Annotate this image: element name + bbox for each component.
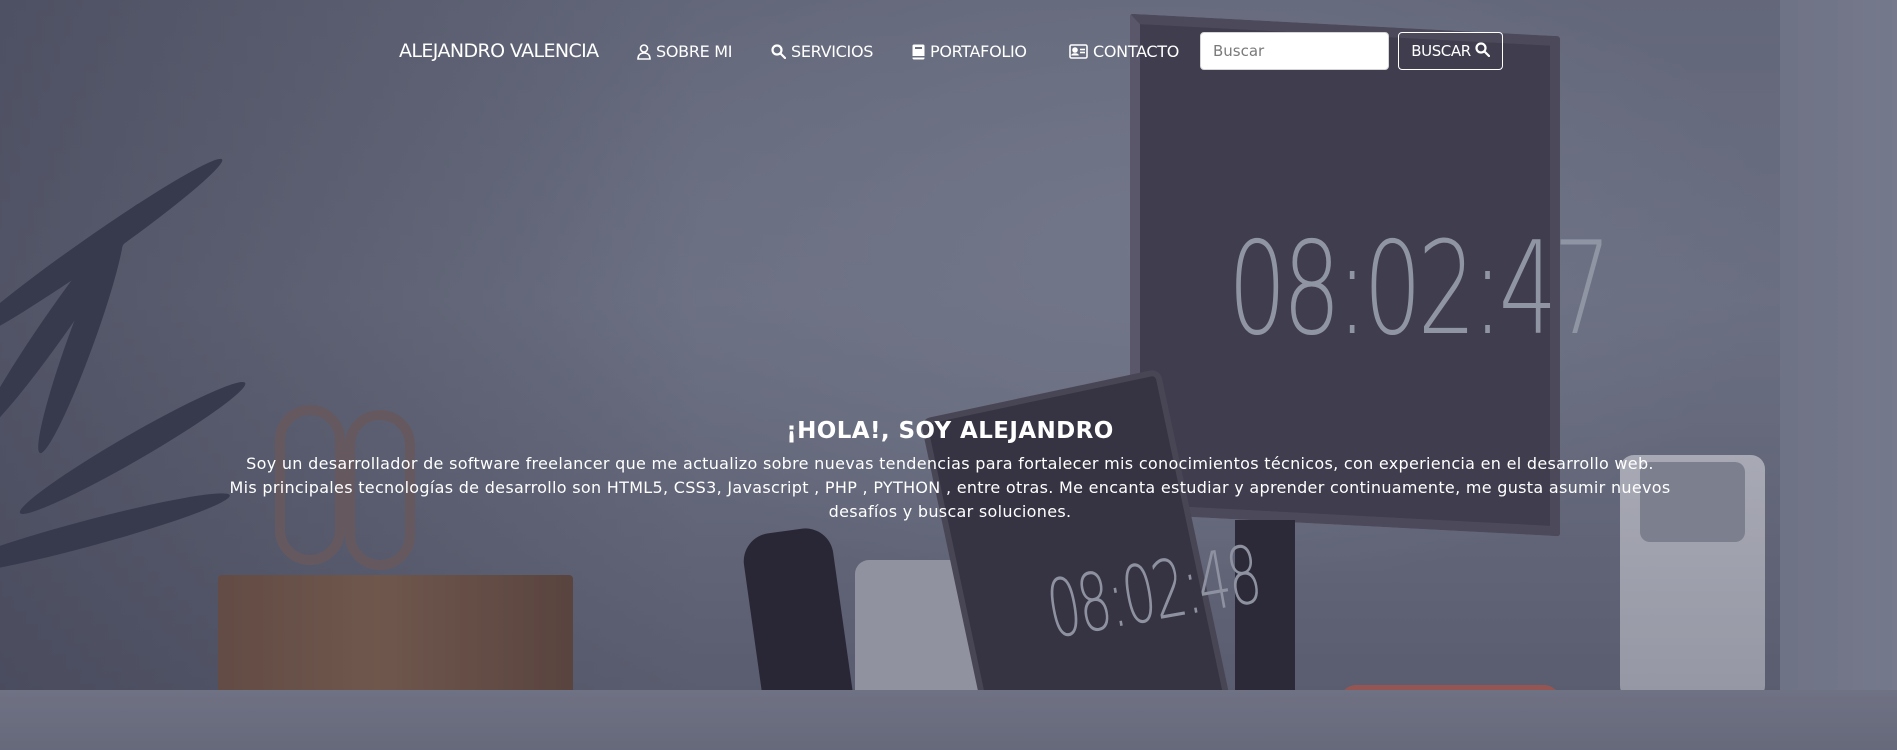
book-icon bbox=[912, 44, 925, 60]
hero-section: ¡HOLA!, SOY ALEJANDRO Soy un desarrollad… bbox=[200, 418, 1700, 524]
search-icon bbox=[1475, 41, 1490, 61]
search-button-label: BUSCAR bbox=[1411, 42, 1471, 60]
search-icon bbox=[771, 44, 786, 59]
navbar: ALEJANDRO VALENCIA SOBRE MI SERVICIOS PO… bbox=[0, 32, 1897, 72]
dark-overlay bbox=[0, 0, 1897, 750]
nav-item-label: SOBRE MI bbox=[656, 42, 733, 61]
nav-item-label: PORTAFOLIO bbox=[930, 42, 1027, 61]
nav-item-contacto[interactable]: CONTACTO bbox=[1069, 42, 1179, 61]
user-icon bbox=[637, 43, 651, 60]
nav-item-label: CONTACTO bbox=[1093, 42, 1180, 61]
hero-description-line-2: Mis principales tecnologías de desarroll… bbox=[229, 478, 1671, 521]
brand-link[interactable]: ALEJANDRO VALENCIA bbox=[399, 40, 599, 62]
hero-background-image: 08:02:47 08:02:48 bbox=[0, 0, 1897, 750]
nav-item-sobre-mi[interactable]: SOBRE MI bbox=[637, 42, 732, 61]
search-input[interactable] bbox=[1200, 32, 1389, 70]
hero-description-line-1: Soy un desarrollador de software freelan… bbox=[246, 454, 1654, 473]
nav-item-portafolio[interactable]: PORTAFOLIO bbox=[912, 42, 1027, 61]
address-card-icon bbox=[1069, 44, 1088, 59]
hero-title: ¡HOLA!, SOY ALEJANDRO bbox=[786, 418, 1114, 444]
nav-item-label: SERVICIOS bbox=[791, 42, 874, 61]
search-button[interactable]: BUSCAR bbox=[1398, 32, 1503, 70]
nav-item-servicios[interactable]: SERVICIOS bbox=[771, 42, 873, 61]
